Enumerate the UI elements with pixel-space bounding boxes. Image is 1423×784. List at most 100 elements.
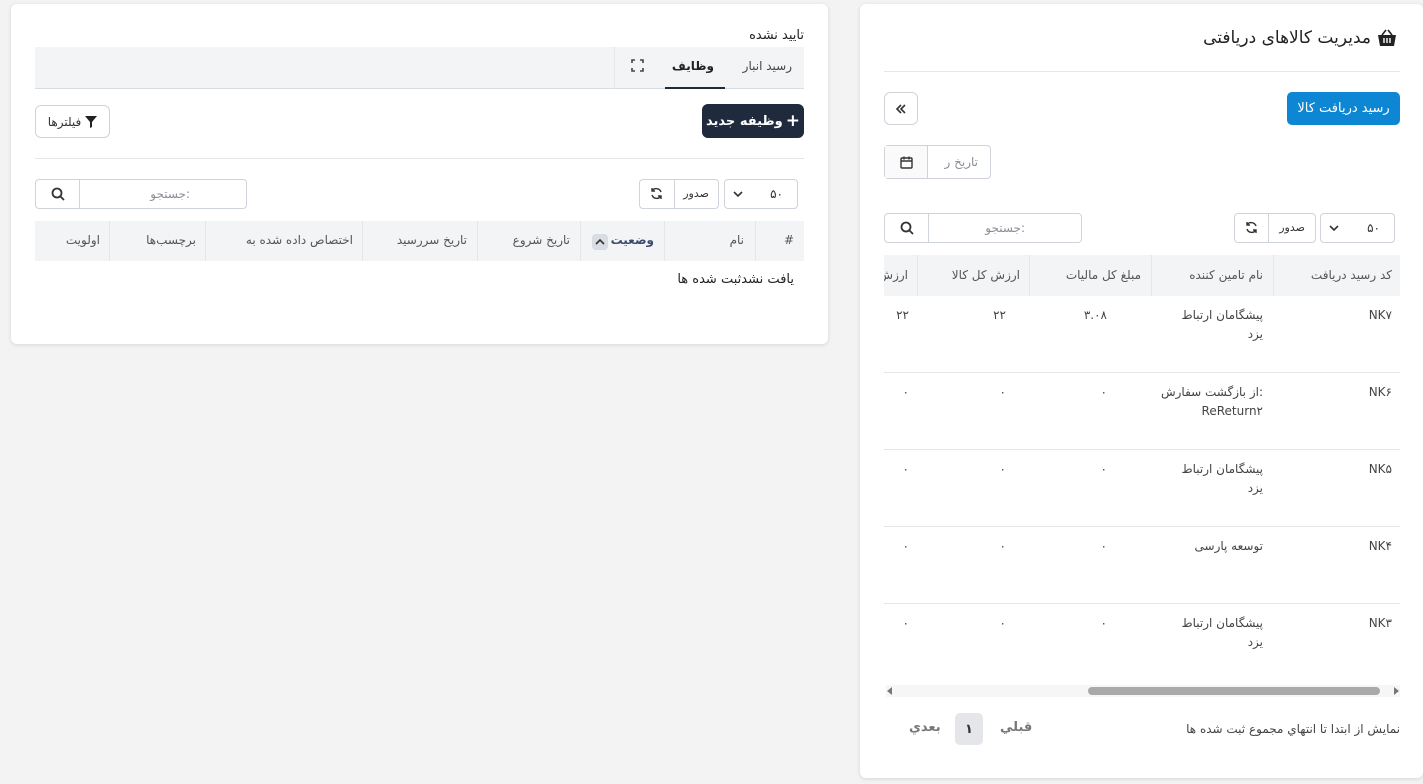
tab-bar: رسید انبار وظایف [35,47,804,89]
page-size-value: ۵۰ [770,187,783,201]
col-divider [477,221,478,261]
total-tax: ۰ [1100,385,1107,399]
search-icon [900,221,914,235]
table-row[interactable]: NK۵ پیشگامان ارتباط یزد ۰ ۰ ۰ [884,450,1400,527]
search-placeholder: جستجو: [985,221,1025,235]
page-size-select[interactable]: ۵۰ [1320,213,1395,243]
tasks-table-header: # نام وضعیت تاریخ شروع تاریخ سررسید اختص… [35,221,804,261]
chevron-down-icon [1329,224,1339,232]
new-task-label: وظیفه جدید [706,113,783,129]
col-divider [580,221,581,261]
col-divider [109,221,110,261]
calendar-button[interactable] [885,146,928,178]
total-value: ۰ [999,385,1006,399]
receipt-code[interactable]: NK۷ [1369,308,1392,322]
divider [35,158,804,159]
scroll-left-icon[interactable] [886,687,894,695]
col-divider [917,255,918,296]
tab-warehouse-receipt[interactable]: رسید انبار [743,59,792,73]
sort-asc-icon[interactable] [592,234,608,250]
search-input[interactable]: جستجو: [884,213,1082,243]
refresh-icon[interactable] [1245,221,1258,234]
search-button[interactable] [36,180,80,208]
refresh-icon[interactable] [650,187,663,200]
total-value: ۲۲ [993,308,1006,322]
tab-tasks-label: وظایف [671,59,714,73]
value: ۲۲ [896,308,909,322]
horizontal-scrollbar[interactable] [886,685,1400,697]
date-filter-input[interactable]: تاریخ ر [884,145,991,179]
total-tax: ۳.۰۸ [1083,308,1107,322]
page-1-button[interactable]: ۱ [955,713,983,745]
empty-message: یافت نشدثبت شده ها [677,272,794,287]
total-value: ۰ [999,616,1006,630]
value: ۰ [902,462,909,476]
col-divider [1273,255,1274,296]
scroll-right-icon[interactable] [1392,687,1400,695]
col-value[interactable]: ارزش [884,268,908,282]
receive-goods-button[interactable]: رسید دریافت کالا [1287,92,1400,125]
prev-page-button[interactable]: قبلي [1000,720,1032,735]
receipt-code[interactable]: NK۳ [1369,616,1392,630]
receipt-code[interactable]: NK۶ [1369,385,1392,399]
plus-icon: + [785,110,800,131]
col-assigned-to[interactable]: اختصاص داده شده به [246,233,353,247]
search-button[interactable] [885,214,929,242]
receipts-card: مدیریت کالاهای دریافتی رسید دریافت کالا … [860,4,1423,778]
receipt-code[interactable]: NK۴ [1369,539,1392,553]
filters-label: فیلترها [47,114,82,129]
tab-divider [614,47,615,89]
export-button[interactable]: صدور [1279,221,1305,234]
total-tax: ۰ [1100,462,1107,476]
status-label: تایید نشده [749,28,804,43]
col-receipt-code[interactable]: کد رسید دریافت [1311,268,1392,282]
date-placeholder: تاریخ ر [944,155,979,169]
receipt-code[interactable]: NK۵ [1369,462,1392,476]
table-row[interactable]: NK۶ از بازگشت سفارش: ReReturn۲ ۰ ۰ ۰ [884,373,1400,450]
col-tags[interactable]: برچسب‌ها [146,233,196,247]
export-button[interactable]: صدور [683,187,709,200]
value: ۰ [902,385,909,399]
supplier-name: پیشگامان ارتباط [1181,616,1263,630]
fullscreen-icon[interactable] [631,59,644,72]
col-total-tax[interactable]: مبلغ کل مالیات [1066,268,1141,282]
col-status[interactable]: وضعیت [611,233,654,247]
col-supplier[interactable]: نام تامین کننده [1189,268,1263,282]
total-tax: ۰ [1100,539,1107,553]
page-size-select[interactable]: ۵۰ [724,179,798,209]
col-divider [1151,255,1152,296]
search-input[interactable]: جستجو: [35,179,247,209]
double-chevron-left-icon [895,103,907,115]
search-icon [51,187,65,201]
page-size-value: ۵۰ [1367,221,1380,235]
supplier-name-line2: ReReturn۲ [1201,404,1263,418]
receipts-table: کد رسید دریافت نام تامین کننده مبلغ کل م… [884,255,1400,675]
basket-icon [1377,29,1397,47]
scrollbar-thumb[interactable] [1088,687,1380,695]
col-due-date[interactable]: تاریخ سررسید [397,233,467,247]
chevron-down-icon [733,190,743,198]
tasks-card: تایید نشده رسید انبار وظایف وظیفه جدید +… [11,4,828,344]
table-row[interactable]: NK۷ پیشگامان ارتباط یزد ۳.۰۸ ۲۲ ۲۲ [884,296,1400,373]
supplier-name: از بازگشت سفارش: [1160,385,1263,399]
total-value: ۰ [999,462,1006,476]
col-name[interactable]: نام [730,233,744,247]
col-divider [205,221,206,261]
col-start-date[interactable]: تاریخ شروع [513,233,570,247]
filters-button[interactable]: فیلترها [35,105,110,138]
table-row[interactable]: NK۴ توسعه پارسی ۰ ۰ ۰ [884,527,1400,604]
col-priority[interactable]: اولویت [66,233,100,247]
value: ۰ [902,539,909,553]
next-page-button[interactable]: بعدي [909,720,941,735]
col-total-value[interactable]: ارزش کل کالا [952,268,1020,282]
collapse-button[interactable] [884,92,918,125]
tab-tasks[interactable]: وظایف [665,47,725,89]
new-task-button[interactable]: وظیفه جدید + [702,104,804,138]
group-divider [1268,214,1269,242]
table-row[interactable]: NK۳ پیشگامان ارتباط یزد ۰ ۰ ۰ [884,604,1400,675]
page-title: مدیریت کالاهای دریافتی [1203,28,1397,48]
supplier-name: پیشگامان ارتباط [1181,308,1263,322]
search-placeholder: جستجو: [150,187,190,201]
col-divider [664,221,665,261]
col-divider [755,221,756,261]
